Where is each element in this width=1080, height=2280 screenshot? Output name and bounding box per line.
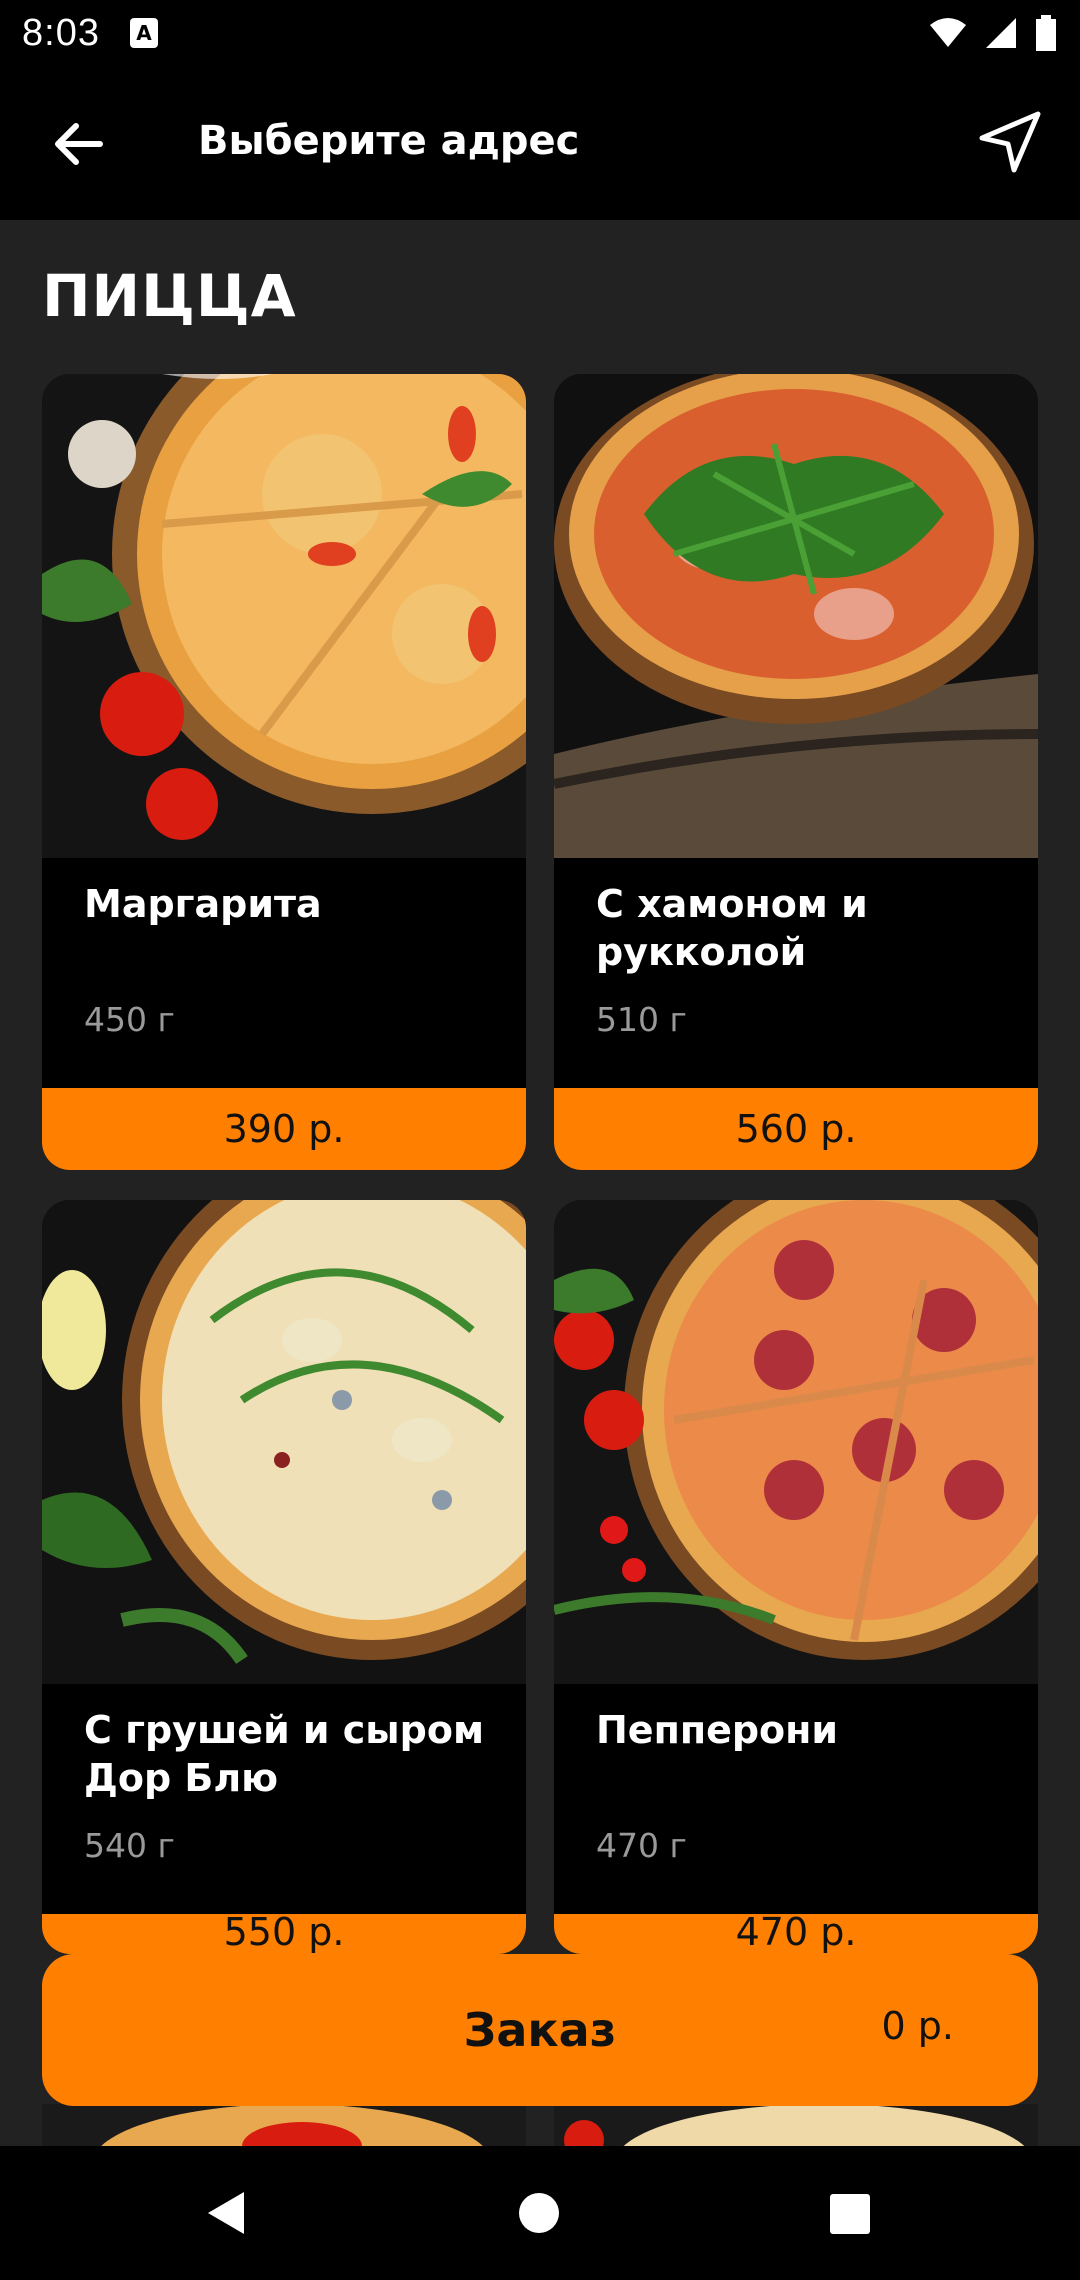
product-image [554,374,1038,858]
product-name: С хамоном и рукколой [596,882,868,974]
status-bar: 8:03 A [0,0,1080,66]
product-image [42,374,526,858]
product-name: Маргарита [84,882,322,926]
product-weight: 470 г [596,1826,687,1865]
system-nav-bar [0,2146,1080,2280]
nav-back-icon[interactable] [204,2190,248,2236]
status-time: 8:03 [22,11,100,54]
product-card-jamon-arugula[interactable]: С хамоном и рукколой 510 г 560 р. [554,374,1038,1170]
product-image [554,1200,1038,1684]
order-total: 0 р. [881,2004,954,2048]
product-weight: 510 г [596,1000,687,1039]
back-arrow-icon[interactable] [50,116,106,172]
product-name: Пепперони [596,1708,839,1752]
price-button[interactable]: 390 р. [42,1088,526,1170]
product-card-margherita[interactable]: Маргарита 450 г 390 р. [42,374,526,1170]
notification-icon: A [129,18,158,48]
location-arrow-icon[interactable] [976,108,1044,176]
price-button[interactable]: 470 р. [554,1914,1038,1954]
product-name: С грушей и сыром Дор Блю [84,1708,485,1800]
product-card-pear-dorblu[interactable]: С грушей и сыром Дор Блю 540 г 550 р. [42,1200,526,1954]
page-title[interactable]: Выберите адрес [198,118,579,164]
price-button[interactable]: 550 р. [42,1914,526,1954]
wifi-icon [930,18,966,47]
status-icons [928,15,1058,51]
order-button[interactable]: Заказ 0 р. [42,1954,1038,2106]
product-weight: 540 г [84,1826,175,1865]
next-row-peek-left [42,2104,526,2146]
section-title: ПИЦЦА [42,262,297,330]
battery-icon [1036,15,1056,51]
next-row-peek-right [554,2104,1038,2146]
product-image [42,1200,526,1684]
product-card-pepperoni[interactable]: Пепперони 470 г 470 р. [554,1200,1038,1954]
price-button[interactable]: 560 р. [554,1088,1038,1170]
nav-home-icon[interactable] [518,2192,560,2234]
app-bar: Выберите адрес [0,66,1080,220]
nav-recents-icon[interactable] [830,2194,870,2234]
signal-icon [986,18,1016,48]
product-weight: 450 г [84,1000,175,1039]
